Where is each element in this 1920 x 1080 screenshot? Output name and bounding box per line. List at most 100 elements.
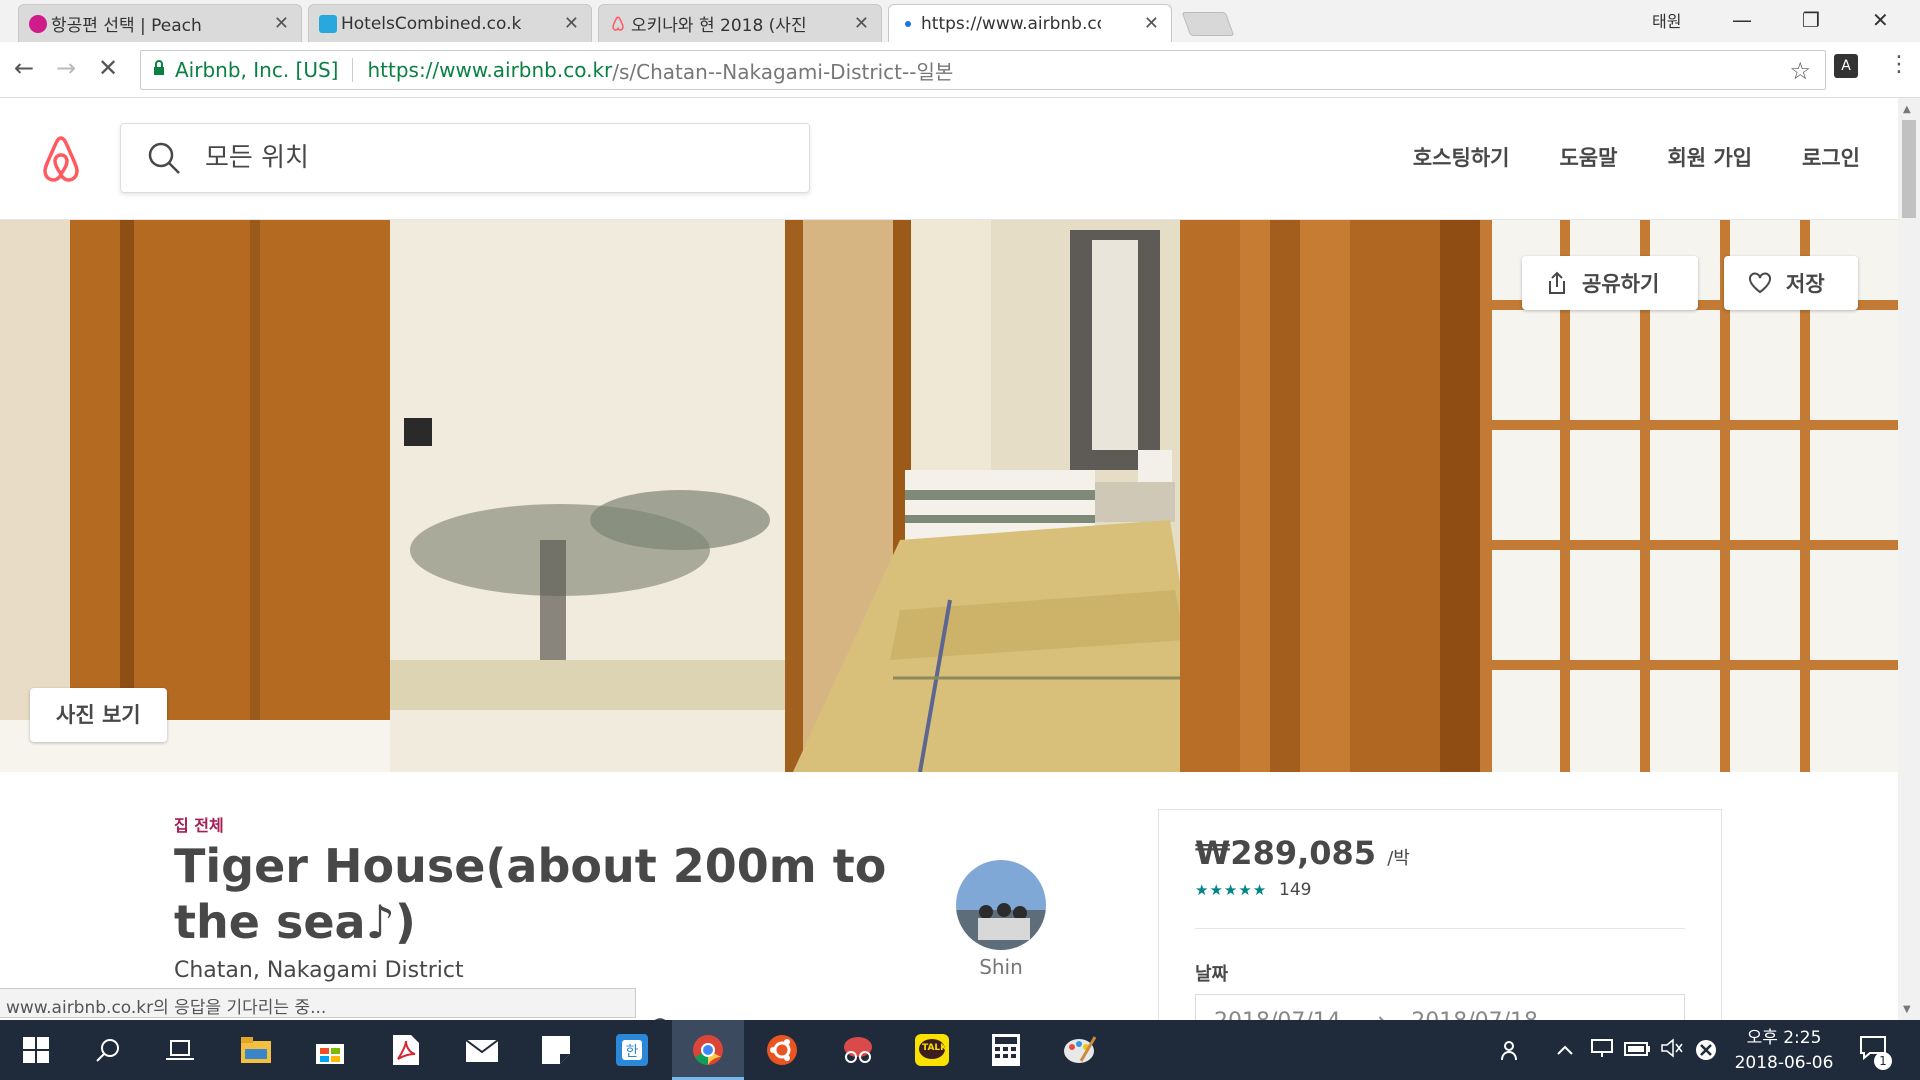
stop-loading-icon[interactable]: ✕ xyxy=(98,54,118,82)
dates-label: 날짜 xyxy=(1195,964,1229,985)
tab-close-icon[interactable]: ✕ xyxy=(564,13,579,34)
system-clock[interactable]: 오후 2:25 2018-06-06 xyxy=(1724,1026,1844,1076)
search-box[interactable] xyxy=(120,123,810,193)
save-button[interactable]: 저장 xyxy=(1724,256,1858,310)
minimize-icon[interactable]: — xyxy=(1732,8,1752,32)
paint-icon[interactable] xyxy=(1060,1030,1100,1070)
keyboard-app-icon[interactable]: 한 xyxy=(612,1030,652,1070)
lock-icon xyxy=(153,60,165,80)
back-arrow-icon[interactable]: ← xyxy=(14,54,34,82)
star-rating-icon: ★★★★★ xyxy=(1195,881,1268,899)
listing-hero-photo[interactable]: 공유하기 저장 사진 보기 xyxy=(0,220,1898,772)
restore-icon[interactable]: ❐ xyxy=(1802,8,1820,32)
clock-time: 오후 2:25 xyxy=(1746,1028,1822,1048)
notification-count-badge: 1 xyxy=(1874,1052,1892,1070)
tab-hotelscombined[interactable]: HotelsCombined.co.kr - ✕ xyxy=(308,4,592,42)
kakaotalk-label: TALK xyxy=(922,1043,948,1053)
window-close-icon[interactable]: ✕ xyxy=(1872,8,1889,32)
share-icon xyxy=(1549,271,1565,294)
file-explorer-icon[interactable] xyxy=(236,1030,276,1070)
nav-become-host[interactable]: 호스팅하기 xyxy=(1413,142,1510,172)
url-path: /s/Chatan--Nakagami-District--일본 xyxy=(612,59,954,84)
url-host: https://www.airbnb.co.kr xyxy=(367,58,613,82)
listing-location[interactable]: Chatan, Nakagami District xyxy=(174,958,464,983)
rating[interactable]: ★★★★★ 149 xyxy=(1195,880,1311,900)
extension-icon[interactable]: A xyxy=(1834,54,1858,78)
kakaotalk-icon[interactable]: TALK xyxy=(912,1030,952,1070)
scroll-up-icon[interactable]: ▲ xyxy=(1903,104,1911,115)
svg-text:한: 한 xyxy=(626,1044,639,1060)
ime-status-icon[interactable] xyxy=(1694,1038,1718,1067)
top-nav: 호스팅하기 도움말 회원 가입 로그인 xyxy=(1413,142,1860,172)
chrome-icon[interactable] xyxy=(688,1030,728,1070)
sticky-notes-icon[interactable] xyxy=(536,1030,576,1070)
hotelscombined-favicon-icon xyxy=(319,15,337,33)
calculator-icon[interactable] xyxy=(986,1030,1026,1070)
address-bar[interactable]: Airbnb, Inc. [US] https://www.airbnb.co.… xyxy=(140,50,1826,90)
tab-title: https://www.airbnb.co.kr/ xyxy=(921,13,1101,34)
scrollbar-thumb[interactable] xyxy=(1902,120,1916,218)
tab-title: HotelsCombined.co.kr - xyxy=(341,13,521,34)
snipping-tool-icon[interactable] xyxy=(838,1030,878,1070)
room-type-label: 집 전체 xyxy=(174,816,224,835)
new-tab-button[interactable] xyxy=(1181,12,1235,36)
people-icon[interactable] xyxy=(1500,1038,1524,1067)
clock-date: 2018-06-06 xyxy=(1734,1053,1834,1073)
host-avatar[interactable] xyxy=(956,860,1046,950)
tab-airbnb-active[interactable]: https://www.airbnb.co.kr/ ✕ xyxy=(888,4,1172,42)
heart-icon xyxy=(1749,272,1771,294)
review-count: 149 xyxy=(1279,880,1312,900)
mail-icon[interactable] xyxy=(462,1030,502,1070)
forward-arrow-icon[interactable]: → xyxy=(56,54,76,82)
search-icon[interactable] xyxy=(88,1030,128,1070)
nav-sign-up[interactable]: 회원 가입 xyxy=(1667,142,1752,172)
site-header: 호스팅하기 도움말 회원 가입 로그인 xyxy=(0,98,1898,220)
volume-muted-icon[interactable] xyxy=(1660,1038,1684,1063)
browser-tab-strip: 항공편 선택 | Peach ✕ HotelsCombined.co.kr - … xyxy=(0,0,1920,42)
nightly-price: ₩289,085 /박 xyxy=(1195,834,1410,872)
booking-divider xyxy=(1195,928,1685,929)
tab-title: 항공편 선택 | Peach xyxy=(51,16,202,36)
page-scrollbar[interactable]: ▲ ▼ xyxy=(1898,98,1920,1020)
scroll-down-icon[interactable]: ▼ xyxy=(1903,1004,1911,1015)
view-photos-button[interactable]: 사진 보기 xyxy=(30,688,167,742)
network-icon[interactable] xyxy=(1590,1038,1616,1063)
nav-help[interactable]: 도움말 xyxy=(1559,142,1617,172)
browser-toolbar: ← → ✕ Airbnb, Inc. [US] https://www.airb… xyxy=(0,42,1920,98)
tab-close-icon[interactable]: ✕ xyxy=(274,13,289,34)
loading-spinner-icon xyxy=(905,21,911,27)
search-icon xyxy=(148,142,180,174)
share-label: 공유하기 xyxy=(1582,272,1660,296)
listing-title: Tiger House(about 200m to the sea♪) xyxy=(174,839,887,949)
price-value: ₩289,085 xyxy=(1195,834,1377,872)
nav-log-in[interactable]: 로그인 xyxy=(1802,142,1860,172)
tab-title: 오키나와 현 2018 (사진 xyxy=(631,16,807,36)
windows-taskbar: 한 TALK 오후 2:25 2018-06-06 1 xyxy=(0,1020,1920,1080)
store-icon[interactable] xyxy=(310,1030,350,1070)
profile-label[interactable]: 태원 xyxy=(1652,8,1681,32)
search-input[interactable] xyxy=(205,143,765,173)
browser-menu-icon[interactable]: ⋮ xyxy=(1888,52,1910,77)
per-night-label: /박 xyxy=(1387,848,1410,869)
task-view-icon[interactable] xyxy=(160,1030,200,1070)
tab-peach[interactable]: 항공편 선택 | Peach ✕ xyxy=(18,4,302,42)
omnibox-divider xyxy=(352,58,354,82)
tab-close-icon[interactable]: ✕ xyxy=(854,13,869,34)
site-identity-label[interactable]: Airbnb, Inc. [US] xyxy=(175,58,338,82)
windows-start-icon[interactable] xyxy=(16,1030,56,1070)
save-label: 저장 xyxy=(1786,272,1825,296)
chevron-up-icon[interactable] xyxy=(1556,1038,1574,1062)
booking-card: ₩289,085 /박 ★★★★★ 149 날짜 2018/07/14 → 20… xyxy=(1158,809,1722,1050)
host-photo xyxy=(956,860,1046,950)
host-name[interactable]: Shin xyxy=(956,955,1046,979)
tab-airbnb-okinawa[interactable]: 오키나와 현 2018 (사진 ✕ xyxy=(598,4,882,42)
airbnb-logo-icon[interactable] xyxy=(38,134,84,184)
pdf-reader-icon[interactable] xyxy=(386,1030,426,1070)
bookmark-star-icon[interactable]: ☆ xyxy=(1789,57,1811,85)
battery-icon[interactable] xyxy=(1624,1038,1652,1062)
airbnb-favicon-icon xyxy=(609,15,627,33)
tab-close-icon[interactable]: ✕ xyxy=(1144,13,1159,34)
loading-status-bubble: www.airbnb.co.kr의 응답을 기다리는 중... xyxy=(0,988,636,1018)
ubuntu-icon[interactable] xyxy=(762,1030,802,1070)
share-button[interactable]: 공유하기 xyxy=(1522,256,1698,310)
